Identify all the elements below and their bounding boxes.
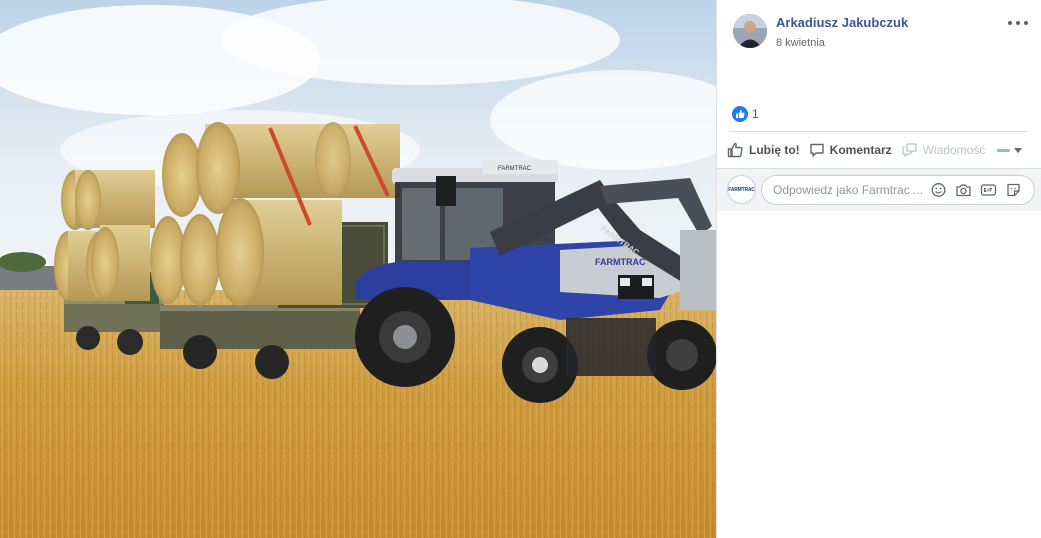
like-button[interactable]: Lubię to! bbox=[727, 142, 800, 158]
comment-button[interactable]: Komentarz bbox=[809, 142, 892, 158]
message-icon bbox=[902, 143, 917, 157]
dot bbox=[1016, 21, 1020, 25]
dot bbox=[1008, 21, 1012, 25]
post-sidebar: Arkadiusz Jakubczuk 8 kwietnia 1 Lubię t… bbox=[716, 0, 1041, 538]
dot bbox=[1024, 21, 1028, 25]
audience-selector[interactable] bbox=[997, 147, 1023, 153]
thumbs-up-icon bbox=[727, 142, 743, 158]
post-actions: Lubię to! Komentarz Wiadomość bbox=[727, 139, 1023, 161]
gif-icon[interactable] bbox=[980, 182, 997, 198]
hood-brand-label: FARMTRAC bbox=[595, 257, 646, 267]
post-date[interactable]: 8 kwietnia bbox=[776, 37, 825, 49]
likes-count: 1 bbox=[752, 107, 759, 121]
reply-area: FARMTRAC bbox=[717, 169, 1041, 211]
camera-icon[interactable] bbox=[955, 182, 972, 198]
like-button-label: Lubię to! bbox=[749, 143, 800, 157]
comment-icon bbox=[809, 143, 824, 157]
divider bbox=[729, 131, 1027, 132]
reactions-summary[interactable]: 1 bbox=[732, 105, 759, 123]
message-button-label: Wiadomość bbox=[922, 143, 986, 157]
cab-brand-label: FARMTRAC bbox=[498, 166, 532, 172]
author-avatar[interactable] bbox=[733, 14, 767, 48]
sticker-icon[interactable] bbox=[1005, 182, 1022, 198]
message-button[interactable]: Wiadomość bbox=[901, 142, 986, 158]
tractor-scene: FARMTRAC FARMTRAC FARMTRAC bbox=[0, 0, 716, 538]
reply-tools bbox=[930, 182, 1022, 198]
page-avatar: FARMTRAC bbox=[727, 175, 756, 204]
like-reaction-icon bbox=[732, 106, 748, 122]
post-photo[interactable]: FARMTRAC FARMTRAC FARMTRAC bbox=[0, 0, 716, 538]
chevron-down-icon bbox=[1014, 147, 1023, 153]
avatar-photo bbox=[733, 14, 767, 48]
page-avatar-logo: FARMTRAC bbox=[728, 186, 755, 193]
comment-button-label: Komentarz bbox=[829, 143, 892, 157]
more-options-icon[interactable] bbox=[1007, 14, 1029, 30]
emoji-icon[interactable] bbox=[930, 182, 947, 198]
author-name[interactable]: Arkadiusz Jakubczuk bbox=[776, 15, 908, 30]
audience-icon bbox=[997, 148, 1011, 152]
